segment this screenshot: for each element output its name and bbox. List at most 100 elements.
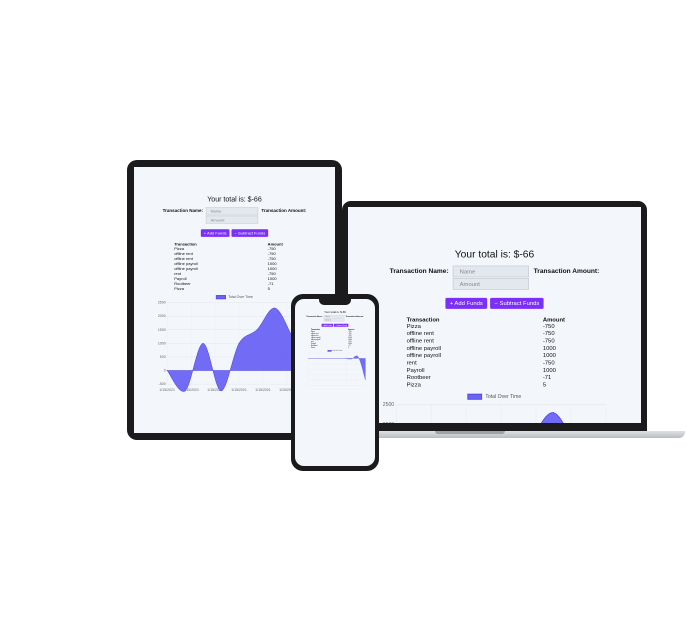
data-point xyxy=(256,329,258,331)
transaction-name-cell: Pizza xyxy=(406,322,421,330)
name-label: Transaction Name: xyxy=(162,208,204,214)
laptop-notch xyxy=(435,431,505,434)
table-row: offline payroll 1000 xyxy=(407,345,583,352)
transaction-name-cell: offline payroll xyxy=(406,352,442,359)
data-point xyxy=(274,307,276,309)
transaction-amount-cell: 1000 xyxy=(542,352,556,359)
amount-label: Transaction Amount: xyxy=(533,267,600,275)
table-row: offline rent -750 xyxy=(407,330,583,337)
table-row: Rootbeer -71 xyxy=(407,374,583,381)
name-label: Transaction Name: xyxy=(389,267,449,275)
name-input[interactable]: Name xyxy=(453,265,530,278)
button-row: + Add Funds − Subtract Funds xyxy=(295,323,375,327)
total-heading: Your total is: $-66 xyxy=(324,310,346,314)
add-funds-button[interactable]: + Add Funds xyxy=(200,229,230,237)
table-row: offline rent -750 xyxy=(407,337,583,344)
x-tick-label: 1/15/2021 xyxy=(255,388,271,392)
table-row: Pizza 5 xyxy=(174,287,295,292)
transaction-table: Transaction Amount Pizza -750 offline rent… xyxy=(311,329,359,349)
budget-app-phone: Your total is: $-66 Transaction Name: Na… xyxy=(295,299,375,391)
table-row: Payroll 1000 xyxy=(407,367,583,374)
x-tick-label: 1/15/2021 xyxy=(159,388,175,392)
data-point xyxy=(552,412,555,414)
transaction-name-cell: rent xyxy=(406,359,417,366)
y-tick-label: 0 xyxy=(164,369,166,373)
total-heading: Your total is: $-66 xyxy=(454,248,535,260)
y-tick-label: 500 xyxy=(160,355,166,359)
data-point xyxy=(184,390,186,392)
table-header: Transaction xyxy=(406,316,440,323)
transaction-name-cell: Pizza xyxy=(406,381,421,388)
transaction-amount-cell: 5 xyxy=(348,346,350,349)
transaction-amount-cell: 1000 xyxy=(542,344,556,352)
add-funds-button[interactable]: + Add Funds xyxy=(445,297,488,309)
phone-device: Your total is: $-66 Transaction Name: Na… xyxy=(291,294,379,471)
laptop-device: Your total is: $-66 Transaction Name: Na… xyxy=(342,201,647,431)
transaction-amount-cell: 5 xyxy=(542,381,547,388)
name-label: Transaction Name: xyxy=(306,315,323,318)
data-point xyxy=(166,370,168,371)
y-tick-label: 2000 xyxy=(158,314,166,318)
transaction-amount-cell: 1000 xyxy=(542,366,556,374)
laptop-screen: Your total is: $-66 Transaction Name: Na… xyxy=(348,207,641,423)
transaction-name-cell: Pizza xyxy=(174,286,185,292)
transaction-form: Transaction Name: Name Amount Transactio… xyxy=(134,207,335,224)
laptop-base xyxy=(330,431,685,438)
transaction-name-cell: Rootbeer xyxy=(406,374,431,381)
y-tick-label: -500 xyxy=(159,382,166,386)
transaction-amount-cell: 5 xyxy=(267,286,270,292)
budget-app: Your total is: $-66 Transaction Name: Na… xyxy=(348,207,641,423)
table-header: Amount xyxy=(542,316,565,323)
area-chart xyxy=(308,352,366,386)
table-row: rent -750 xyxy=(407,359,583,366)
amount-input[interactable]: Amount xyxy=(323,318,345,322)
transaction-form: Transaction Name: Name Amount Transactio… xyxy=(295,315,375,322)
table-row: offline payroll 1000 xyxy=(407,352,583,359)
phone-notch xyxy=(319,299,351,305)
name-input[interactable]: Name xyxy=(206,207,259,216)
transaction-name-cell: offline rent xyxy=(406,337,434,344)
table-row: Pizza 5 xyxy=(311,347,359,349)
chart: Total Over Time -50005001000150020002500… xyxy=(377,393,611,423)
legend-swatch xyxy=(216,295,227,300)
transaction-amount-cell: -750 xyxy=(542,322,555,330)
total-heading: Your total is: $-66 xyxy=(207,195,262,204)
data-point xyxy=(238,342,240,344)
y-tick-label: 2000 xyxy=(383,422,395,423)
legend-swatch xyxy=(467,393,483,400)
transaction-amount-cell: -750 xyxy=(542,359,555,366)
transaction-form: Transaction Name: Name Amount Transactio… xyxy=(348,265,641,291)
y-tick-label: 2500 xyxy=(383,402,395,408)
transaction-name-cell: Payroll xyxy=(406,366,425,374)
subtract-funds-button[interactable]: − Subtract Funds xyxy=(333,323,349,327)
amount-input[interactable]: Amount xyxy=(453,278,530,290)
legend-label: Total Over Time xyxy=(228,295,253,299)
chart: Total Over Time xyxy=(303,350,367,391)
area-chart: -500050010001500200025001/15/20211/15/20… xyxy=(383,402,607,423)
add-funds-button[interactable]: + Add Funds xyxy=(321,323,333,327)
button-row: + Add Funds − Subtract Funds xyxy=(134,229,335,237)
transaction-name-cell: Pizza xyxy=(311,346,315,349)
table-row: Pizza -750 xyxy=(407,323,583,330)
legend-label: Total Over Time xyxy=(485,394,522,400)
transaction-name-cell: offline rent xyxy=(406,330,434,337)
transaction-amount-cell: -71 xyxy=(542,374,552,381)
chart-legend: Total Over Time xyxy=(377,393,611,400)
data-point xyxy=(220,390,222,392)
transaction-table: Transaction Amount Pizza -750 offline rent… xyxy=(174,242,295,292)
transaction-amount-cell: -750 xyxy=(542,330,555,337)
button-row: + Add Funds − Subtract Funds xyxy=(348,297,641,309)
amount-label: Transaction Amount: xyxy=(261,208,307,214)
y-tick-label: 1500 xyxy=(158,328,166,332)
transaction-table: Transaction Amount Pizza -750 offline rent… xyxy=(407,316,583,389)
phone-screen: Your total is: $-66 Transaction Name: Na… xyxy=(295,299,375,466)
transaction-name-cell: offline payroll xyxy=(406,344,442,352)
x-tick-label: 1/15/2021 xyxy=(231,388,247,392)
data-point xyxy=(202,342,204,344)
transaction-amount-cell: -750 xyxy=(542,337,555,344)
table-row: Pizza 5 xyxy=(407,381,583,388)
subtract-funds-button[interactable]: − Subtract Funds xyxy=(490,297,544,309)
subtract-funds-button[interactable]: − Subtract Funds xyxy=(231,229,269,237)
y-tick-label: 1000 xyxy=(158,341,166,345)
amount-input[interactable]: Amount xyxy=(206,215,259,224)
